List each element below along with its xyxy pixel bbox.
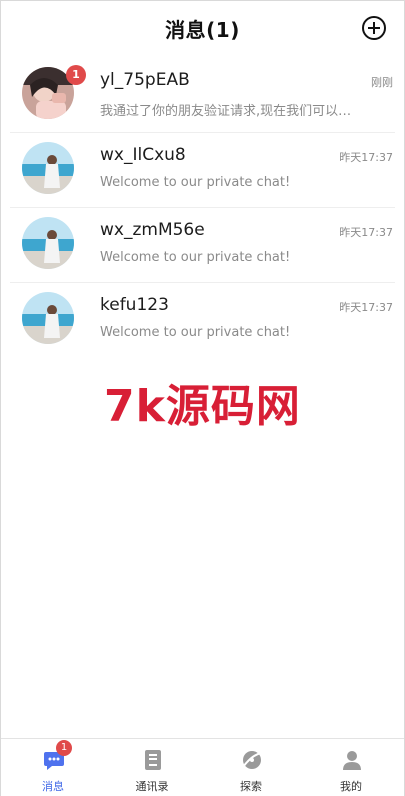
tab-label: 通讯录	[135, 780, 169, 793]
tab-label: 消息	[42, 780, 64, 793]
avatar	[22, 292, 74, 344]
watermark-text: 7k源码网	[104, 381, 301, 432]
unread-badge: 1	[66, 65, 86, 85]
tab-label: 我的	[340, 780, 362, 793]
contact-name: wx_zmM56e	[100, 220, 205, 240]
timestamp: 刚刚	[371, 76, 393, 89]
contact-name: yl_75pEAB	[100, 70, 190, 90]
contacts-icon	[145, 750, 161, 770]
tab-profile[interactable]: 我的	[301, 739, 401, 796]
avatar	[22, 142, 74, 194]
add-circle-icon[interactable]	[362, 16, 386, 40]
tab-explore[interactable]: 探索	[201, 739, 301, 796]
avatar	[22, 217, 74, 269]
conversation-item[interactable]: wx_zmM56e 昨天17:37 Welcome to our private…	[10, 208, 395, 283]
tab-label: 探索	[240, 780, 262, 793]
conversation-item[interactable]: 1 yl_75pEAB 刚刚 我通过了你的朋友验证请求,现在我们可以开始聊天了	[10, 58, 395, 133]
message-preview: Welcome to our private chat!	[100, 250, 291, 265]
conversation-item[interactable]: kefu123 昨天17:37 Welcome to our private c…	[10, 283, 395, 357]
conversation-list: 1 yl_75pEAB 刚刚 我通过了你的朋友验证请求,现在我们可以开始聊天了 …	[0, 58, 405, 357]
tab-contacts[interactable]: 通讯录	[102, 739, 202, 796]
tab-badge: 1	[56, 740, 72, 756]
timestamp: 昨天17:37	[339, 301, 393, 314]
message-preview: Welcome to our private chat!	[100, 325, 291, 340]
timestamp: 昨天17:37	[339, 226, 393, 239]
top-header: 消息(1)	[0, 0, 405, 58]
message-preview: Welcome to our private chat!	[100, 175, 291, 190]
contact-name: wx_IlCxu8	[100, 145, 186, 165]
profile-icon	[343, 751, 361, 770]
contact-name: kefu123	[100, 295, 169, 315]
message-preview: 我通过了你的朋友验证请求,现在我们可以开始聊天了	[100, 104, 355, 119]
tab-messages[interactable]: 1 消息	[3, 739, 103, 796]
conversation-item[interactable]: wx_IlCxu8 昨天17:37 Welcome to our private…	[10, 133, 395, 208]
page-title: 消息(1)	[165, 18, 240, 42]
timestamp: 昨天17:37	[339, 151, 393, 164]
explore-icon	[242, 751, 262, 769]
bottom-tab-bar: 1 消息 通讯录 探索 我的	[1, 738, 404, 796]
